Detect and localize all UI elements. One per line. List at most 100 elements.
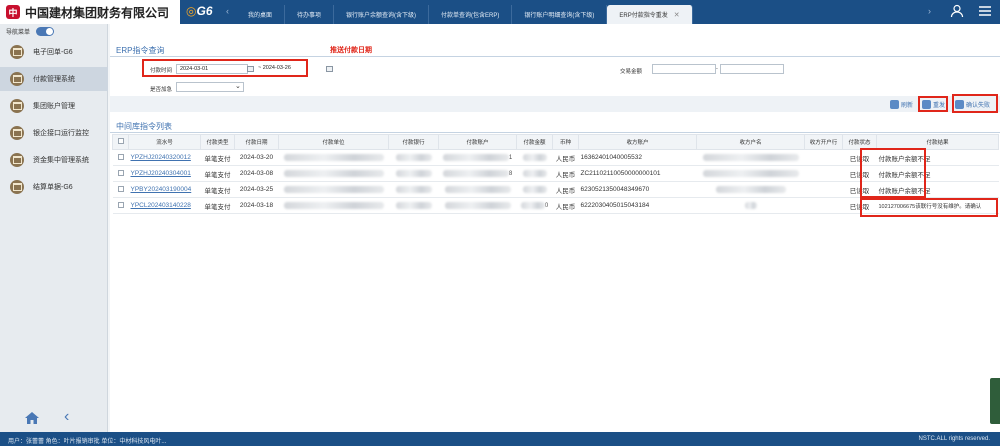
redacted-payer-account (444, 201, 511, 209)
redacted-payer-bank (395, 185, 432, 193)
redacted-payee-name (702, 153, 799, 161)
tab-payment-query[interactable]: 付款单查询(包含ERP) (429, 5, 513, 24)
refresh-icon (890, 99, 899, 109)
back-icon[interactable]: ‹ (64, 408, 69, 426)
column-header: 付款日期 (234, 134, 279, 150)
redacted-payer-unit (283, 185, 384, 193)
push-date-annotation: 推送付款日期 (330, 47, 372, 54)
confirm-fail-label: 确认失败 (966, 102, 991, 109)
sidebar-item-group-account[interactable]: 集团账户管理 (0, 94, 108, 118)
close-icon[interactable]: ✕ (674, 11, 680, 19)
redacted-payer-bank (395, 169, 432, 177)
date-to-field[interactable]: ~ 2024-03-26 (255, 64, 307, 74)
chevron-down-icon[interactable]: ⌄ (235, 82, 241, 90)
home-icon[interactable] (24, 410, 40, 426)
tab-label: 我的桌面 (248, 13, 273, 19)
serial-link[interactable]: YPZHJ20240320012 (128, 149, 201, 166)
bank-icon (10, 180, 24, 194)
sidebar-item-fund-concentration[interactable]: 资金集中管理系统 (0, 148, 108, 172)
select-all-checkbox[interactable] (117, 138, 124, 144)
redacted-amount (522, 153, 547, 161)
urgent-select[interactable] (176, 82, 244, 92)
currency: 人民币 (552, 149, 579, 166)
redacted-amount (522, 185, 547, 193)
row-checkbox[interactable] (117, 201, 124, 208)
redacted-payer-account (444, 185, 511, 193)
column-header: 付款类型 (200, 134, 235, 150)
sidebar-item-label: 电子回单-G6 (33, 49, 73, 56)
resend-button[interactable]: 重发 (922, 99, 945, 109)
sidebar-item-e-receipt[interactable]: 电子回单-G6 (0, 40, 108, 64)
calendar-icon[interactable] (326, 66, 333, 72)
redacted-payer-account (442, 169, 509, 177)
bank-icon (10, 72, 24, 86)
tab-my-desktop[interactable]: 我的桌面 (236, 5, 286, 24)
serial-link[interactable]: YPCL202403140228 (128, 197, 201, 214)
payment-date: 2024-03-18 (234, 197, 279, 214)
amount-min-field[interactable] (652, 64, 716, 74)
payment-type: 单笔支付 (200, 197, 235, 214)
payer-account-tail: 1 (508, 155, 513, 162)
serial-link[interactable]: YPZHJ20240304001 (128, 165, 201, 182)
row-checkbox[interactable] (117, 169, 124, 176)
redacted-payer-bank (395, 153, 432, 161)
company-logo: 中 (6, 5, 20, 19)
amount-tail: 0 (544, 203, 549, 210)
table-section-title: 中间库指令列表 (116, 122, 172, 131)
tab-scroll-left-icon[interactable]: ‹ (226, 6, 229, 16)
date-from-field[interactable]: 2024-03-01 (176, 64, 248, 74)
redacted-payer-unit (283, 201, 384, 209)
user-icon[interactable] (950, 4, 964, 18)
redacted-payee-name (715, 185, 786, 193)
tab-erp-resend[interactable]: ERP付款指令重发 ✕ (607, 5, 693, 24)
tab-bank-balance[interactable]: 银行账户余额查询(含下级) (334, 5, 430, 24)
sidebar-item-payment-mgmt[interactable]: 付款管理系统 (0, 67, 108, 91)
payer-account-tail: 8 (508, 171, 513, 178)
brand-logo: ◎G6 (186, 4, 213, 18)
highlight-box (860, 148, 926, 198)
calendar-icon[interactable] (247, 66, 254, 72)
sidebar-item-settlement[interactable]: 结算单据-G6 (0, 175, 108, 199)
refresh-button[interactable]: 刷新 (890, 99, 913, 109)
nav-menu-label: 导航菜单 (6, 29, 31, 36)
confirm-fail-button[interactable]: 确认失败 (955, 99, 990, 109)
payment-date: 2024-03-08 (234, 165, 279, 182)
main-content: ERP指令查询 推送付款日期 付款时间 2024-03-01 ~ 2024-03… (110, 24, 1000, 432)
redacted-payee-name (744, 201, 757, 209)
tab-label: 付款单查询(包含ERP) (441, 13, 500, 19)
brand-label: G6 (196, 4, 213, 18)
row-checkbox[interactable] (117, 185, 124, 192)
tab-scroll-right-icon[interactable]: › (928, 6, 931, 16)
bank-icon (10, 153, 24, 167)
column-header: 付款金额 (516, 134, 553, 150)
serial-link[interactable]: YPBY202403190004 (128, 181, 201, 198)
payment-time-label: 付款时间 (150, 68, 173, 74)
sidebar-item-interface-monitor[interactable]: 银企接口运行监控 (0, 121, 108, 145)
payee-account: ZC21102110050000000101 (578, 165, 697, 182)
sidebar-item-label: 集团账户管理 (33, 103, 75, 110)
divider (110, 56, 1000, 57)
payment-date: 2024-03-20 (234, 149, 279, 166)
resend-label: 重发 (933, 102, 946, 109)
tab-todo[interactable]: 待办事项 (285, 5, 335, 24)
redacted-amount (522, 169, 547, 177)
tab-label: ERP付款指令重发 (619, 13, 668, 19)
company-name: 中国建材集团财务有限公司 (25, 5, 170, 20)
amount-separator: - (716, 66, 718, 72)
company-logo-area: 中 中国建材集团财务有限公司 (0, 0, 180, 24)
divider (110, 132, 1000, 133)
currency: 人民币 (552, 197, 579, 214)
side-panel-tab[interactable] (990, 378, 1000, 424)
row-checkbox[interactable] (117, 153, 124, 160)
bank-icon (10, 99, 24, 113)
payment-date: 2024-03-25 (234, 181, 279, 198)
payee-account: 6230521350048349670 (578, 181, 697, 198)
redacted-payee-name (702, 169, 799, 177)
redacted-payer-unit (283, 169, 384, 177)
column-header: 收方开户行 (804, 134, 843, 150)
menu-icon[interactable] (978, 4, 992, 18)
amount-max-field[interactable] (720, 64, 784, 74)
redacted-payer-bank (395, 201, 432, 209)
tab-account-detail[interactable]: 银行账户明细查询(含下级) (512, 5, 608, 24)
nav-menu-toggle[interactable] (36, 26, 55, 36)
